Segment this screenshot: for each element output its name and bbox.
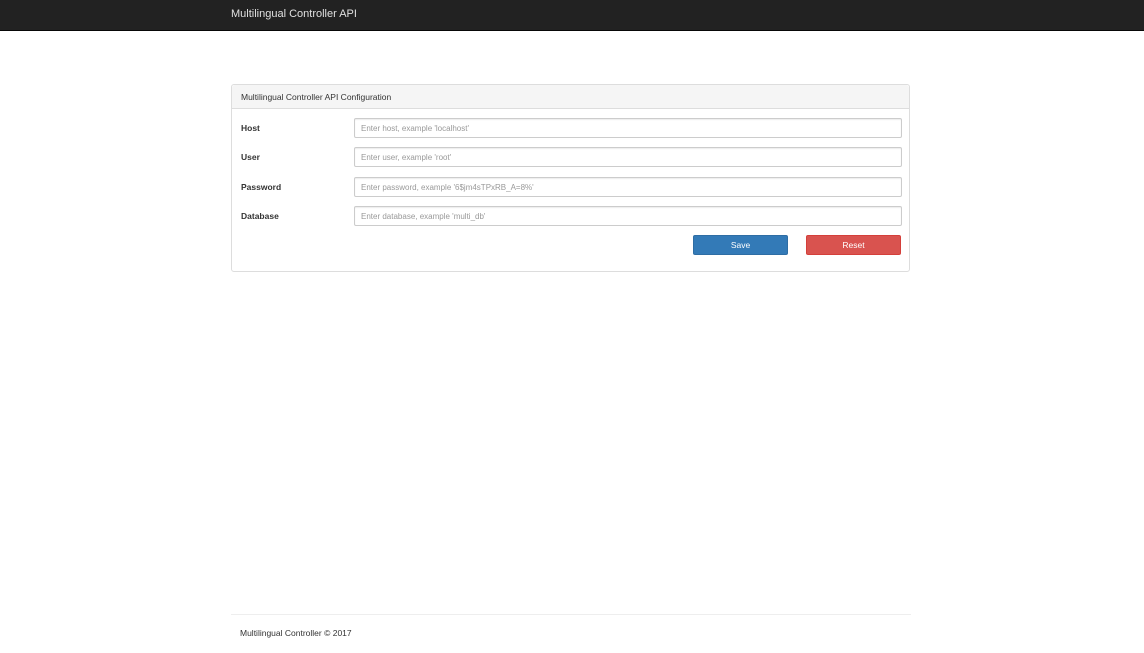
database-input[interactable] — [354, 206, 902, 226]
top-navbar: Multilingual Controller API — [0, 0, 1144, 31]
user-label: User — [241, 152, 260, 162]
database-label: Database — [241, 211, 279, 221]
brand-link[interactable]: Multilingual Controller API — [231, 8, 357, 20]
password-row: Password — [232, 177, 909, 197]
footer-divider — [231, 614, 911, 615]
user-row: User — [232, 147, 909, 167]
panel-title: Multilingual Controller API Configuratio… — [232, 85, 909, 109]
host-label: Host — [241, 123, 260, 133]
password-label: Password — [241, 182, 282, 192]
host-input[interactable] — [354, 118, 902, 138]
save-button[interactable]: Save — [693, 235, 788, 255]
config-panel: Multilingual Controller API Configuratio… — [231, 84, 910, 272]
reset-button[interactable]: Reset — [806, 235, 901, 255]
host-row: Host — [232, 118, 909, 138]
database-row: Database — [232, 206, 909, 226]
user-input[interactable] — [354, 147, 902, 167]
footer-copyright: Multilingual Controller © 2017 — [240, 628, 352, 638]
password-input[interactable] — [354, 177, 902, 197]
